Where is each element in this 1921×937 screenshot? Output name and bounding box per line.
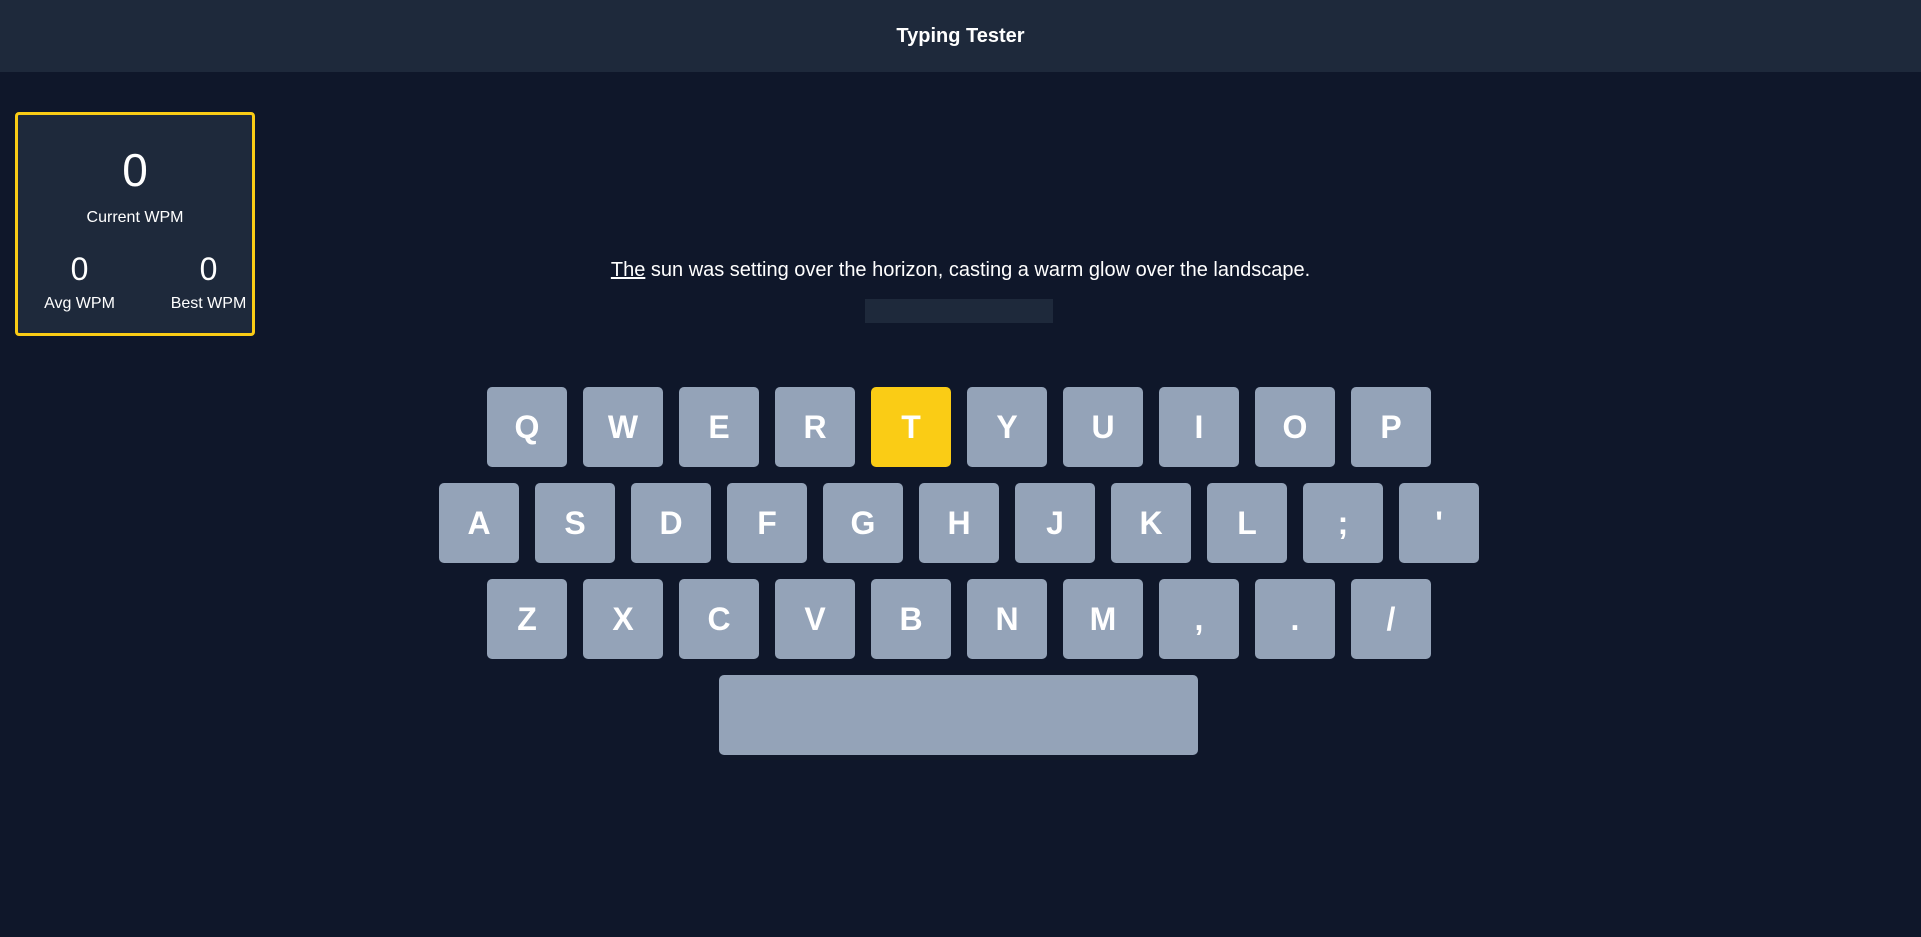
key-t[interactable]: T [871, 387, 951, 467]
key-v[interactable]: V [775, 579, 855, 659]
key-g[interactable]: G [823, 483, 903, 563]
key-m[interactable]: M [1063, 579, 1143, 659]
key-q[interactable]: Q [487, 387, 567, 467]
current-wpm-value: 0 [122, 144, 148, 196]
key-l[interactable]: L [1207, 483, 1287, 563]
app-title: Typing Tester [896, 24, 1025, 47]
key-o[interactable]: O [1255, 387, 1335, 467]
prompt-remaining-text: sun was setting over the horizon, castin… [645, 259, 1311, 281]
key-h[interactable]: H [919, 483, 999, 563]
key-d[interactable]: D [631, 483, 711, 563]
best-wpm-label: Best WPM [170, 295, 247, 312]
current-wpm-label: Current WPM [86, 209, 184, 226]
key-f[interactable]: F [727, 483, 807, 563]
key-semicolon[interactable]: ; [1303, 483, 1383, 563]
key-u[interactable]: U [1063, 387, 1143, 467]
key-r[interactable]: R [775, 387, 855, 467]
key-period[interactable]: . [1255, 579, 1335, 659]
key-x[interactable]: X [583, 579, 663, 659]
stats-panel: 0 Current WPM 0 Avg WPM 0 Best WPM [15, 112, 255, 336]
key-j[interactable]: J [1015, 483, 1095, 563]
key-comma[interactable]: , [1159, 579, 1239, 659]
key-p[interactable]: P [1351, 387, 1431, 467]
key-apostrophe[interactable]: ' [1399, 483, 1479, 563]
key-n[interactable]: N [967, 579, 1047, 659]
key-a[interactable]: A [439, 483, 519, 563]
key-e[interactable]: E [679, 387, 759, 467]
key-space[interactable] [719, 675, 1198, 755]
key-b[interactable]: B [871, 579, 951, 659]
key-k[interactable]: K [1111, 483, 1191, 563]
key-c[interactable]: C [679, 579, 759, 659]
app-header: Typing Tester [0, 0, 1921, 72]
key-w[interactable]: W [583, 387, 663, 467]
key-s[interactable]: S [535, 483, 615, 563]
key-z[interactable]: Z [487, 579, 567, 659]
typing-input[interactable] [865, 299, 1053, 323]
prompt-text: The sun was setting over the horizon, ca… [0, 256, 1921, 284]
key-i[interactable]: I [1159, 387, 1239, 467]
key-y[interactable]: Y [967, 387, 1047, 467]
key-slash[interactable]: / [1351, 579, 1431, 659]
prompt-current-word: The [610, 259, 646, 281]
avg-wpm-label: Avg WPM [44, 295, 115, 312]
